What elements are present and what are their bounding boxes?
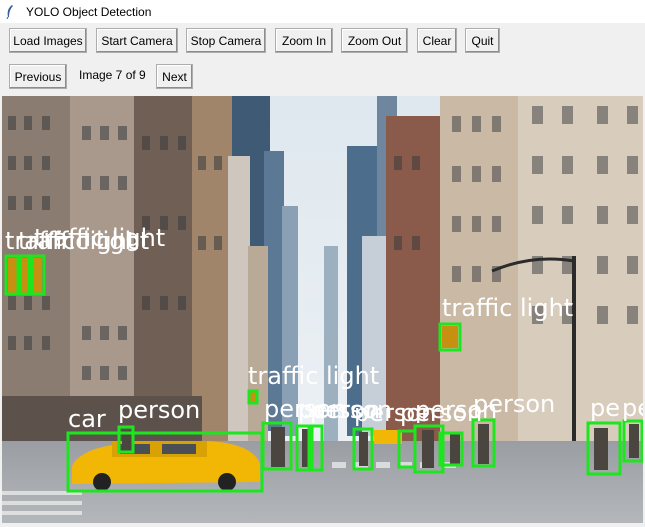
label-person: person bbox=[118, 396, 200, 424]
image-viewport: traffic light traffic light traffic ligh… bbox=[2, 96, 643, 523]
clear-button[interactable]: Clear bbox=[417, 28, 457, 53]
zoom-out-button[interactable]: Zoom Out bbox=[341, 28, 408, 53]
label-traffic-light: traffic light bbox=[442, 294, 573, 322]
label-car: car bbox=[68, 405, 106, 433]
previous-button[interactable]: Previous bbox=[9, 64, 67, 89]
label-person: pers bbox=[622, 394, 643, 422]
load-images-button[interactable]: Load Images bbox=[9, 28, 87, 53]
detection-image: traffic light traffic light traffic ligh… bbox=[2, 96, 643, 523]
stop-camera-button[interactable]: Stop Camera bbox=[186, 28, 266, 53]
label-traffic-light: traffic light bbox=[248, 362, 379, 390]
next-button[interactable]: Next bbox=[156, 64, 193, 89]
feather-icon bbox=[6, 4, 18, 19]
start-camera-button[interactable]: Start Camera bbox=[96, 28, 178, 53]
title-bar: YOLO Object Detection bbox=[0, 0, 645, 23]
image-counter: Image 7 of 9 bbox=[79, 68, 146, 82]
label-traffic-light: traffic light bbox=[34, 224, 165, 252]
quit-button[interactable]: Quit bbox=[465, 28, 500, 53]
label-person: person bbox=[473, 390, 555, 418]
label-person: pe bbox=[590, 394, 620, 422]
zoom-in-button[interactable]: Zoom In bbox=[275, 28, 333, 53]
window-title: YOLO Object Detection bbox=[26, 4, 152, 19]
